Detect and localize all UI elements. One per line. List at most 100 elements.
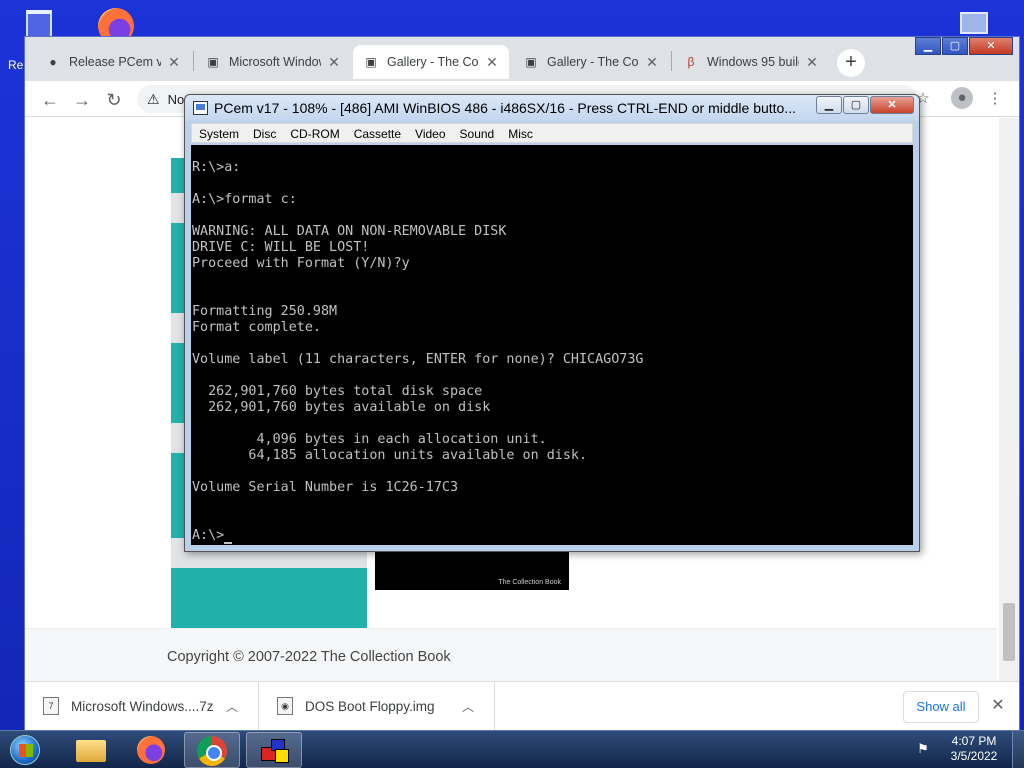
- back-button[interactable]: ←: [37, 87, 63, 113]
- tab-title: Windows 95 build: [707, 55, 799, 69]
- disk-image-file-icon: ◉: [277, 697, 293, 715]
- tab-strip: ● Release PCem v17 ✕ ▣ Microsoft Window …: [25, 37, 1019, 81]
- tab-gallery[interactable]: ▣ Gallery - The Coll ✕: [513, 45, 669, 79]
- pcem-emulator-window: PCem v17 - 108% - [486] AMI WinBIOS 486 …: [184, 94, 920, 552]
- pcem-window-title: PCem v17 - 108% - [486] AMI WinBIOS 486 …: [214, 100, 797, 116]
- close-icon[interactable]: ✕: [327, 54, 341, 71]
- close-icon[interactable]: ✕: [485, 54, 499, 71]
- menu-video[interactable]: Video: [408, 124, 452, 142]
- pcem-title-bar[interactable]: PCem v17 - 108% - [486] AMI WinBIOS 486 …: [185, 95, 919, 121]
- minimize-button[interactable]: ▁: [915, 37, 941, 55]
- console-prompt: A:\>: [192, 528, 225, 543]
- close-window-button[interactable]: ✕: [969, 37, 1013, 55]
- chrome-icon: [197, 736, 227, 766]
- taskbar-chrome[interactable]: [184, 732, 240, 768]
- pcem-menu-bar: System Disc CD-ROM Cassette Video Sound …: [191, 123, 913, 143]
- menu-system[interactable]: System: [192, 124, 246, 142]
- profile-avatar[interactable]: ●: [951, 87, 973, 109]
- system-clock[interactable]: 4:07 PM 3/5/2022: [946, 734, 1002, 764]
- tab-title: Release PCem v17: [69, 55, 161, 69]
- not-secure-warning-icon[interactable]: ⚠: [147, 91, 160, 108]
- maximize-button[interactable]: ▢: [843, 96, 869, 114]
- download-filename: Microsoft Windows....7z: [71, 698, 214, 714]
- pcem-icon: [261, 739, 291, 765]
- close-icon[interactable]: ✕: [167, 54, 181, 71]
- pcem-app-icon: [193, 101, 208, 115]
- text-cursor: [224, 542, 233, 544]
- taskbar-pcem[interactable]: [246, 732, 302, 768]
- clock-date: 3/5/2022: [950, 749, 998, 763]
- folder-icon: [76, 740, 106, 762]
- menu-cd-rom[interactable]: CD-ROM: [283, 124, 346, 142]
- maximize-button[interactable]: ▢: [942, 37, 968, 55]
- collection-book-icon: ▣: [207, 55, 219, 69]
- tab-divider: [671, 51, 672, 71]
- reload-button[interactable]: ↻: [101, 87, 127, 113]
- close-icon[interactable]: ✕: [645, 54, 659, 71]
- console-line: 262,901,760 bytes total disk space: [192, 384, 483, 399]
- pcem-window-controls: ▁ ▢ ✕: [815, 96, 914, 114]
- show-desktop-button[interactable]: [1012, 731, 1024, 768]
- collection-book-icon: ▣: [365, 55, 377, 69]
- console-line: WARNING: ALL DATA ON NON-REMOVABLE DISK: [192, 224, 507, 239]
- start-button[interactable]: [4, 732, 48, 768]
- menu-sound[interactable]: Sound: [453, 124, 502, 142]
- thumbnail-caption: The Collection Book: [498, 579, 561, 586]
- forward-button[interactable]: →: [69, 87, 95, 113]
- github-icon: ●: [49, 55, 57, 69]
- scrollbar-thumb[interactable]: [1003, 603, 1015, 661]
- chevron-up-icon[interactable]: ︿: [224, 698, 240, 715]
- minimize-button[interactable]: ▁: [816, 96, 842, 114]
- menu-misc[interactable]: Misc: [501, 124, 540, 142]
- windows-orb-icon: [10, 735, 40, 765]
- download-item[interactable]: 7 Microsoft Windows....7z ︿: [25, 682, 259, 730]
- betaarchive-icon: β: [687, 55, 695, 69]
- page-scrollbar[interactable]: [999, 118, 1019, 681]
- tab-microsoft-windows[interactable]: ▣ Microsoft Window ✕: [195, 45, 351, 79]
- copyright-text: Copyright © 2007-2022 The Collection Boo…: [167, 649, 451, 665]
- console-line: 4,096 bytes in each allocation unit.: [192, 432, 547, 447]
- tab-release-pcem[interactable]: ● Release PCem v17 ✕: [35, 45, 191, 79]
- tab-gallery-active[interactable]: ▣ Gallery - The Coll ✕: [353, 45, 509, 79]
- show-all-button[interactable]: Show all: [903, 691, 979, 723]
- close-icon[interactable]: ✕: [805, 54, 819, 71]
- archive-file-icon: 7: [43, 697, 59, 715]
- gallery-thumbnail[interactable]: The Collection Book: [375, 546, 569, 590]
- console-line: 262,901,760 bytes available on disk: [192, 400, 491, 415]
- download-item[interactable]: ◉ DOS Boot Floppy.img ︿: [259, 682, 495, 730]
- menu-disc[interactable]: Disc: [246, 124, 283, 142]
- console-line: R:\>a:: [192, 160, 241, 175]
- action-center-flag-icon[interactable]: ⚑: [914, 741, 932, 759]
- tab-title: Microsoft Window: [229, 55, 321, 69]
- console-line: A:\>format c:: [192, 192, 297, 207]
- taskbar-firefox[interactable]: [124, 732, 180, 768]
- tab-divider: [193, 51, 194, 71]
- taskbar-explorer[interactable]: [62, 732, 118, 768]
- console-line: Format complete.: [192, 320, 321, 335]
- close-window-button[interactable]: ✕: [870, 96, 914, 114]
- page-footer: Copyright © 2007-2022 The Collection Boo…: [25, 628, 997, 681]
- firefox-icon: [137, 736, 165, 764]
- menu-cassette[interactable]: Cassette: [347, 124, 408, 142]
- new-tab-button[interactable]: +: [837, 49, 865, 77]
- window-controls: ▁ ▢ ✕: [914, 37, 1013, 57]
- close-downloads-bar-icon[interactable]: ✕: [987, 694, 1009, 718]
- collection-book-icon: ▣: [525, 55, 537, 69]
- tab-windows-95-build[interactable]: β Windows 95 build ✕: [673, 45, 829, 79]
- console-line: Volume label (11 characters, ENTER for n…: [192, 352, 644, 367]
- console-line: DRIVE C: WILL BE LOST!: [192, 240, 370, 255]
- chevron-up-icon[interactable]: ︿: [460, 698, 476, 715]
- console-prompt-line: A:\>: [192, 528, 913, 544]
- dos-console-screen[interactable]: R:\>a: A:\>format c: WARNING: ALL DATA O…: [191, 145, 913, 545]
- menu-kebab-icon[interactable]: ⋮: [983, 87, 1007, 111]
- clock-time: 4:07 PM: [951, 734, 997, 748]
- tab-title: Gallery - The Coll: [547, 55, 639, 69]
